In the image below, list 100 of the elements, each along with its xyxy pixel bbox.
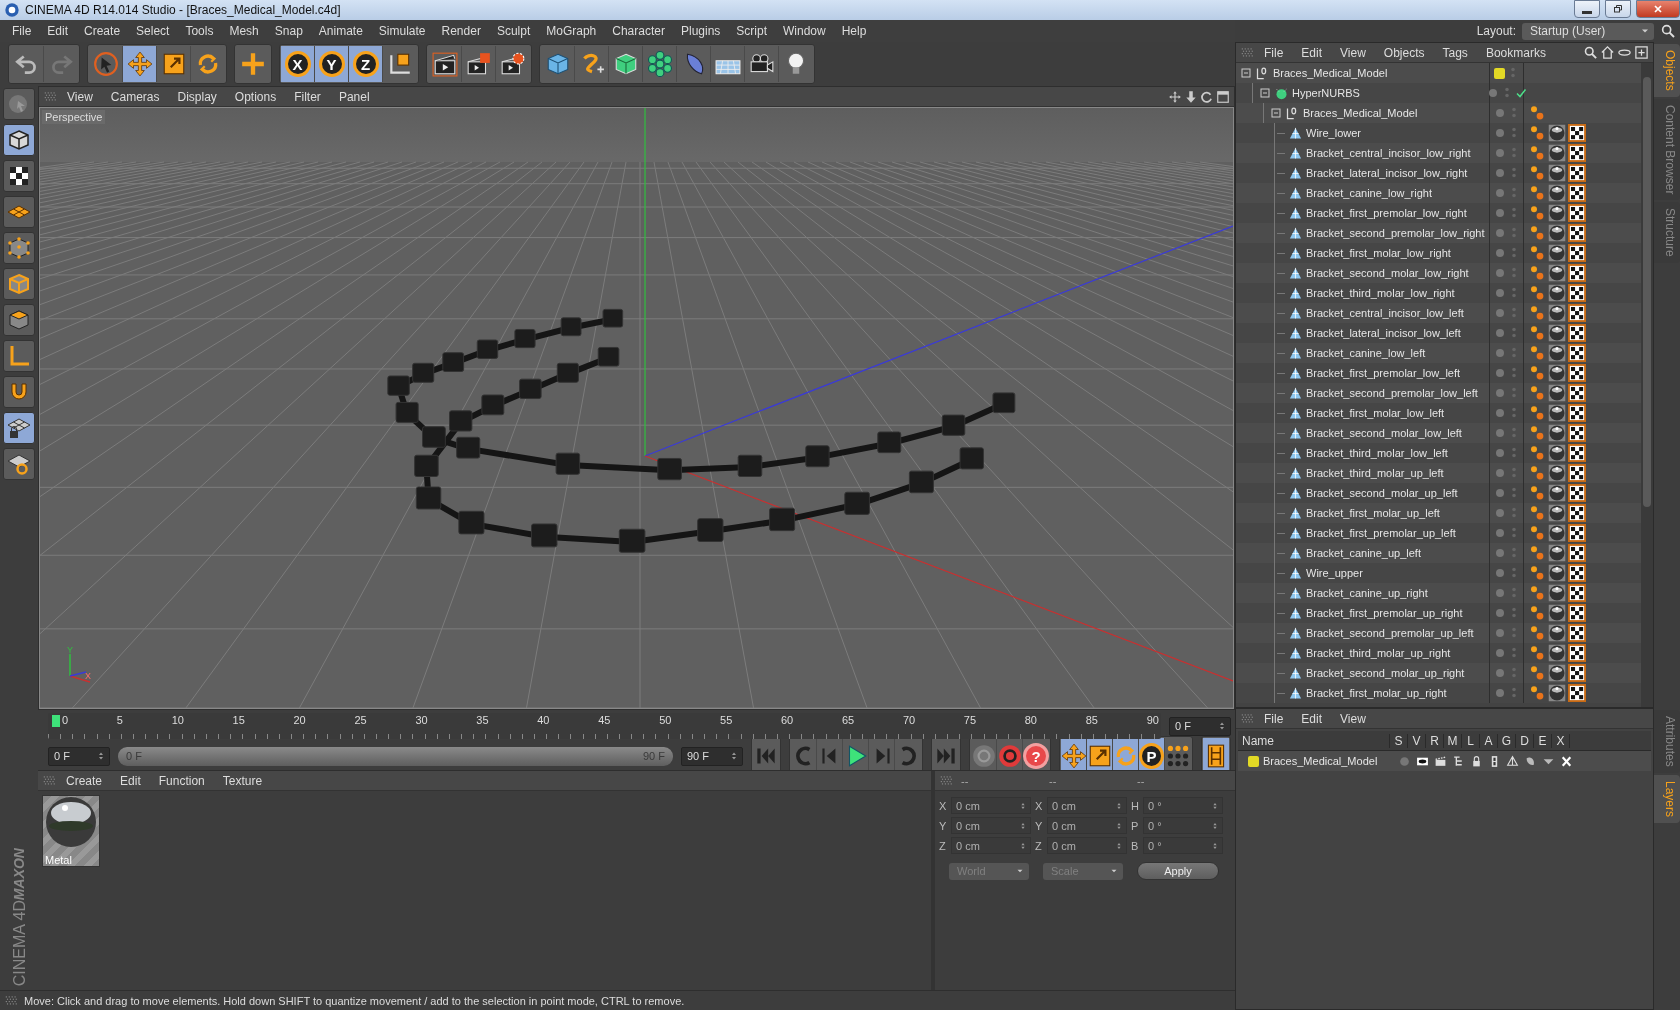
coordinate-field[interactable]: 0 ° — [1143, 797, 1223, 814]
object-name[interactable]: Bracket_canine_up_left — [1306, 547, 1421, 559]
menu-item[interactable]: Render — [433, 24, 489, 38]
current-frame-field[interactable]: 0 F — [1169, 716, 1231, 736]
start-frame-field[interactable]: 0 F — [48, 746, 110, 766]
object-name[interactable]: Bracket_first_premolar_up_right — [1306, 607, 1463, 619]
object-name[interactable]: Bracket_first_molar_low_left — [1306, 407, 1445, 419]
column-header[interactable]: E — [1534, 733, 1552, 748]
material-tile[interactable]: Metal — [42, 795, 100, 867]
object-name[interactable]: Bracket_first_molar_up_right — [1306, 687, 1447, 699]
axis-lock-button[interactable]: Z — [349, 46, 383, 82]
coordinate-field[interactable]: 0 cm — [1047, 797, 1127, 814]
menu-item[interactable]: Create — [58, 773, 111, 788]
column-header[interactable]: G — [1498, 733, 1516, 748]
menu-item[interactable]: Edit — [1293, 45, 1331, 60]
viewport[interactable]: Perspective Y X — [39, 107, 1234, 709]
menu-item[interactable]: File — [1256, 711, 1292, 726]
collapse-toggle[interactable] — [1259, 87, 1271, 99]
menu-item[interactable]: Select — [128, 24, 178, 38]
scrollbar[interactable] — [1641, 63, 1653, 707]
menu-item[interactable]: View — [1332, 711, 1374, 726]
object-name[interactable]: Bracket_third_molar_up_right — [1306, 647, 1451, 659]
axis-lock-button[interactable]: X — [281, 46, 315, 82]
texture-button[interactable] — [3, 160, 35, 192]
menu-item[interactable]: Sculpt — [488, 24, 539, 38]
menu-item[interactable]: Edit — [1293, 711, 1331, 726]
workplane-button[interactable] — [3, 196, 35, 228]
column-header[interactable]: M — [1444, 733, 1462, 748]
gridrot-button[interactable] — [3, 448, 35, 480]
column-header[interactable]: V — [1408, 733, 1426, 748]
menu-item[interactable]: Panel — [330, 89, 378, 104]
apply-button[interactable]: Apply — [1137, 862, 1219, 880]
gridlock-button[interactable] — [3, 412, 35, 444]
coordinate-field[interactable]: 0 cm — [951, 817, 1031, 834]
points-button[interactable] — [3, 232, 35, 264]
coordinate-field[interactable]: 0 ° — [1143, 817, 1223, 834]
menu-item[interactable]: Window — [775, 24, 834, 38]
object-name[interactable]: Bracket_first_molar_low_right — [1306, 247, 1451, 259]
menu-item[interactable]: Bookmarks — [1477, 45, 1554, 60]
column-header[interactable]: D — [1516, 733, 1534, 748]
coordinate-field[interactable]: 0 cm — [1047, 837, 1127, 854]
column-header[interactable]: Name — [1238, 733, 1390, 748]
layout-dropdown[interactable]: Startup (User) — [1522, 22, 1654, 40]
object-name[interactable]: Bracket_lateral_incisor_low_left — [1306, 327, 1461, 339]
object-name[interactable]: Braces_Medical_Model — [1273, 67, 1388, 79]
collapse-toggle[interactable] — [1270, 107, 1282, 119]
menu-item[interactable]: File — [1256, 45, 1292, 60]
object-name[interactable]: Bracket_canine_low_left — [1306, 347, 1426, 359]
menu-item[interactable]: Texture — [214, 773, 271, 788]
object-name[interactable]: Bracket_first_premolar_up_left — [1306, 527, 1456, 539]
object-name[interactable]: Bracket_first_molar_up_left — [1306, 507, 1440, 519]
move-button[interactable] — [123, 46, 157, 82]
menu-item[interactable]: Plugins — [672, 24, 729, 38]
menu-item[interactable]: Simulate — [370, 24, 434, 38]
menu-item[interactable]: Snap — [266, 24, 311, 38]
object-name[interactable]: Bracket_first_premolar_low_left — [1306, 367, 1461, 379]
menu-item[interactable]: Cameras — [102, 89, 168, 104]
column-header[interactable]: X — [1552, 733, 1570, 748]
menu-item[interactable]: File — [4, 24, 40, 38]
menu-item[interactable]: Function — [150, 773, 213, 788]
maximize-button[interactable] — [1605, 0, 1631, 18]
object-name[interactable]: Wire_lower — [1306, 127, 1361, 139]
edges-button[interactable] — [3, 268, 35, 300]
object-name[interactable]: Bracket_lateral_incisor_low_right — [1306, 167, 1468, 179]
object-name[interactable]: Bracket_canine_up_right — [1306, 587, 1428, 599]
end-frame-field[interactable]: 90 F — [681, 746, 743, 766]
layer-name[interactable]: Braces_Medical_Model — [1263, 755, 1378, 767]
model-button[interactable] — [3, 124, 35, 156]
menu-item[interactable]: Filter — [286, 89, 329, 104]
menu-item[interactable]: Character — [604, 24, 673, 38]
menu-item[interactable]: View — [59, 89, 101, 104]
menu-item[interactable]: Objects — [1375, 45, 1433, 60]
coordinate-field[interactable]: 0 cm — [1047, 817, 1127, 834]
minimize-button[interactable] — [1574, 0, 1600, 18]
tweak-button[interactable] — [3, 88, 35, 120]
menu-item[interactable]: Help — [833, 24, 875, 38]
menu-item[interactable]: View — [1332, 45, 1374, 60]
menu-item[interactable]: MoGraph — [538, 24, 605, 38]
menu-item[interactable]: Edit — [112, 773, 149, 788]
menu-item[interactable]: Tags — [1434, 45, 1476, 60]
panel-tab[interactable]: Layers — [1654, 774, 1680, 823]
object-name[interactable]: Braces_Medical_Model — [1303, 107, 1418, 119]
menu-item[interactable]: Edit — [39, 24, 77, 38]
object-name[interactable]: Bracket_first_premolar_low_right — [1306, 207, 1467, 219]
object-name[interactable]: Wire_upper — [1306, 567, 1363, 579]
close-button[interactable] — [1636, 0, 1680, 18]
menu-item[interactable]: Animate — [310, 24, 371, 38]
timeline-ruler[interactable]: 0 5 10 15 20 25 30 35 40 45 50 55 60 65 70 75 80 85 90 — [48, 713, 1161, 739]
menu-item[interactable]: Display — [169, 89, 225, 104]
object-name[interactable]: Bracket_third_molar_low_right — [1306, 287, 1455, 299]
menu-item[interactable]: Mesh — [221, 24, 267, 38]
object-name[interactable]: Bracket_canine_low_right — [1306, 187, 1432, 199]
column-header[interactable]: S — [1390, 733, 1408, 748]
coordinate-field[interactable]: 0 ° — [1143, 837, 1223, 854]
menu-item[interactable]: Tools — [177, 24, 222, 38]
object-name[interactable]: Bracket_third_molar_low_left — [1306, 447, 1448, 459]
menu-item[interactable]: Options — [226, 89, 285, 104]
column-header[interactable]: L — [1462, 733, 1480, 748]
menu-item[interactable]: Create — [76, 24, 129, 38]
coordinate-field[interactable]: 0 cm — [951, 837, 1031, 854]
